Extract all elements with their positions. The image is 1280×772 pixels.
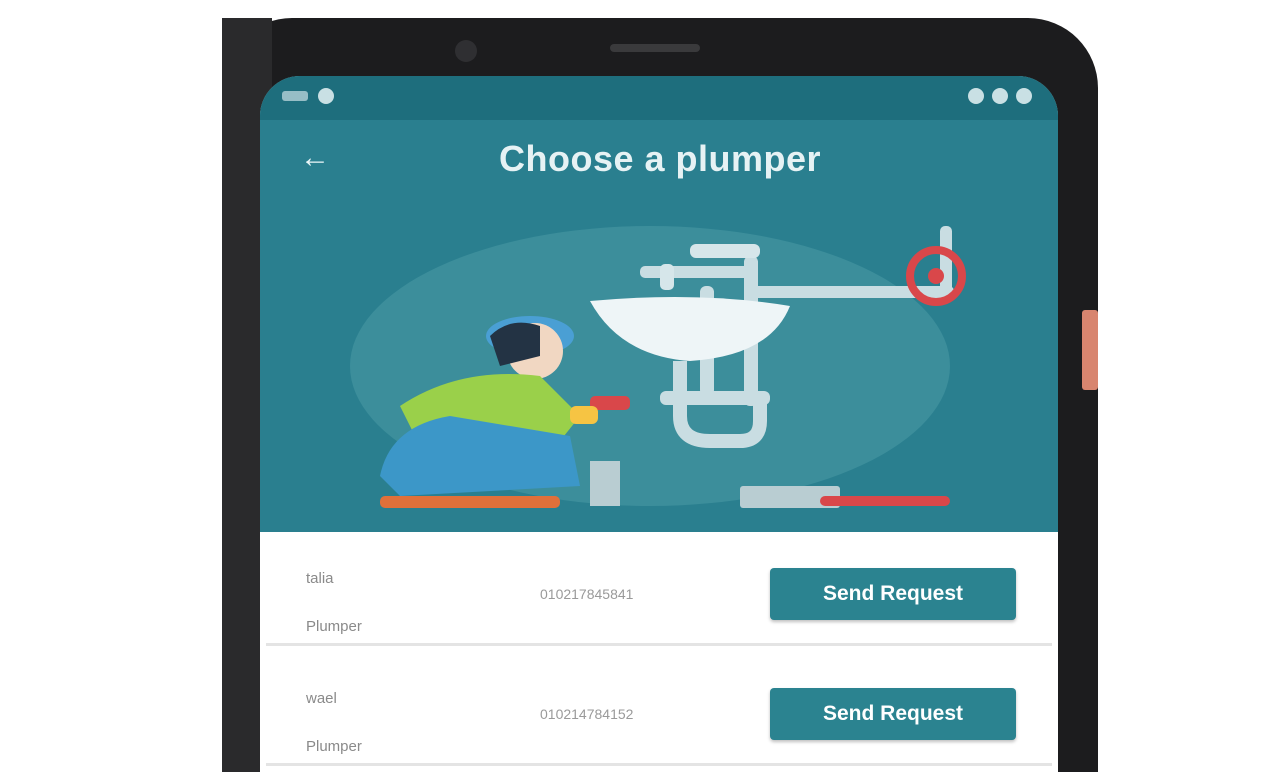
back-arrow-icon[interactable]: ← (300, 140, 340, 176)
page-title: Choose a plumper (498, 138, 822, 179)
plumber-row: wael Plumper 010214784152 Send Request (266, 652, 1052, 766)
plumber-phone: 010217845841 (540, 586, 634, 602)
signal-icon (992, 88, 1008, 104)
plumber-role: Plumper (306, 738, 362, 755)
app-notification-icon (318, 88, 334, 104)
plumber-role: Plumper (306, 618, 362, 635)
plumber-list: talia Plumper 010217845841 Send Request … (260, 532, 1058, 766)
app-screen: ← Choose a plumper talia Plumper 0102178… (260, 76, 1058, 772)
send-request-button[interactable]: Send Request (770, 688, 1016, 740)
earpiece-speaker (610, 44, 700, 52)
bucket (590, 461, 620, 506)
faucet (690, 244, 760, 258)
status-bar (260, 76, 1058, 120)
send-request-button[interactable]: Send Request (770, 568, 1016, 620)
red-valve-center (928, 268, 944, 284)
red-pipe-tool (820, 496, 950, 506)
wifi-icon (968, 88, 984, 104)
header-banner: ← Choose a plumper (260, 76, 1058, 532)
plumber-illustration (350, 226, 966, 508)
status-notifications (282, 88, 334, 104)
front-camera (455, 40, 477, 62)
battery-icon (1016, 88, 1032, 104)
side-button (1082, 310, 1098, 390)
pipe-right-vertical (940, 226, 952, 296)
plumber-shoes (380, 496, 560, 508)
plumber-name: talia (306, 570, 334, 587)
status-system-icons (968, 88, 1032, 104)
faucet-spout (660, 264, 674, 290)
plumber-row: talia Plumper 010217845841 Send Request (266, 532, 1052, 646)
plumber-phone: 010214784152 (540, 706, 634, 722)
plumber-name: wael (306, 690, 337, 707)
plumber-glove (570, 406, 598, 424)
pipe-top (640, 266, 750, 278)
notification-icon (282, 91, 308, 101)
